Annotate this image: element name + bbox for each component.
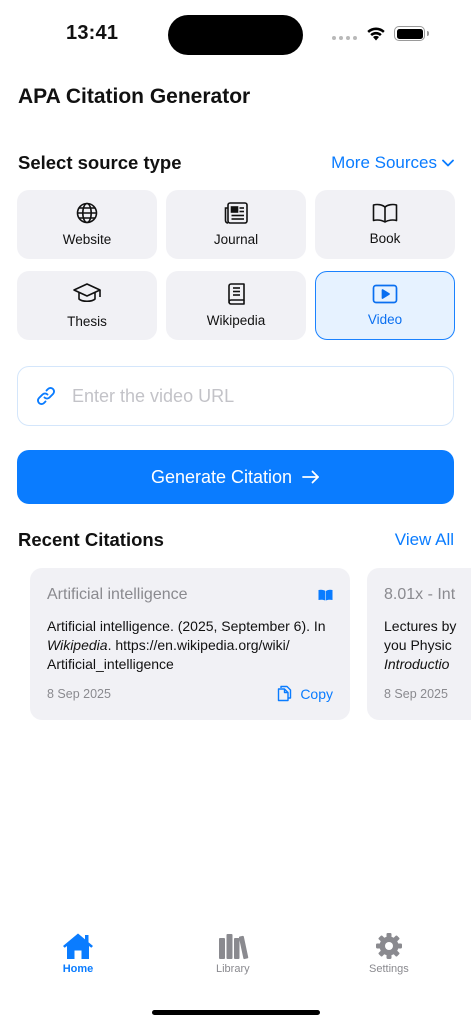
url-input[interactable] (72, 385, 412, 407)
citation-card[interactable]: 8.01x - Int Lectures by you Physic Introdu… (367, 568, 471, 720)
status-bar: 13:41 (0, 0, 471, 70)
copy-icon (278, 685, 292, 702)
chevron-down-icon (442, 159, 454, 167)
dynamic-island (168, 15, 303, 55)
view-all-label: View All (394, 530, 454, 549)
gear-icon (375, 933, 402, 959)
recent-citations-title: Recent Citations (18, 529, 164, 550)
citation-card[interactable]: Artificial intelligence Artificial intel… (30, 568, 350, 720)
citation-card-text: Lectures by you Physic Introductio (384, 618, 457, 672)
view-all-button[interactable]: View All (395, 530, 454, 550)
page-title: APA Citation Generator (18, 85, 251, 108)
recent-citations-carousel[interactable]: Artificial intelligence Artificial intel… (30, 568, 471, 721)
more-sources-button[interactable]: More Sources (331, 153, 454, 173)
tab-library-label: Library (216, 963, 250, 975)
source-tile-label: Thesis (67, 314, 107, 329)
recent-citations-header: Recent Citations View All (18, 529, 454, 551)
source-tile-label: Video (367, 312, 403, 327)
book-open-icon (318, 589, 333, 601)
citation-card-title: Artificial intelligence (47, 586, 188, 603)
tab-bar: Home Library Settings (0, 932, 471, 992)
source-tile-book[interactable]: Book (315, 190, 455, 259)
play-rectangle-icon (372, 284, 398, 304)
copy-citation-button[interactable]: Copy (277, 685, 333, 702)
battery-icon (394, 26, 429, 41)
book-open-icon (372, 203, 398, 223)
cellular-signal-icon (332, 36, 357, 40)
source-tile-label: Website (62, 232, 112, 247)
source-tile-wikipedia[interactable]: Wikipedia (166, 271, 306, 340)
source-tile-label: Journal (213, 232, 259, 247)
citation-card-title: 8.01x - Int (384, 586, 456, 603)
globe-icon (76, 202, 98, 224)
home-indicator (152, 1010, 320, 1015)
source-tile-website[interactable]: Website (17, 190, 157, 259)
tab-home-label: Home (62, 963, 94, 975)
source-tile-thesis[interactable]: Thesis (17, 271, 157, 340)
tab-home[interactable]: Home (62, 932, 94, 975)
citation-card-date: 8 Sep 2025 (384, 687, 448, 701)
source-tile-label: Wikipedia (206, 313, 266, 328)
more-sources-label: More Sources (331, 153, 437, 172)
link-icon (37, 387, 55, 405)
tab-library[interactable]: Library (216, 932, 250, 975)
citation-card-text: Artificial intelligence. (2025, Septembe… (47, 618, 326, 672)
url-field[interactable] (17, 366, 454, 426)
generate-citation-button[interactable]: Generate Citation (17, 450, 454, 504)
house-icon (63, 933, 93, 959)
source-tile-label: Book (369, 231, 401, 246)
book-closed-icon (228, 283, 245, 305)
arrow-right-icon (302, 470, 319, 484)
source-type-header: Select source type More Sources (18, 152, 454, 174)
source-tile-journal[interactable]: Journal (166, 190, 306, 259)
citation-card-date: 8 Sep 2025 (47, 687, 111, 701)
generate-citation-label: Generate Citation (150, 466, 293, 487)
source-type-grid: Website Journal Book Thesis Wikipedia Vi… (17, 190, 455, 340)
tab-settings[interactable]: Settings (369, 932, 409, 975)
tab-settings-label: Settings (369, 963, 409, 975)
source-type-title: Select source type (18, 152, 182, 173)
newspaper-icon (224, 202, 248, 224)
wifi-icon (367, 27, 385, 41)
graduation-cap-icon (73, 283, 101, 303)
copy-label: Copy (300, 685, 333, 702)
source-tile-video[interactable]: Video (315, 271, 455, 340)
books-icon (218, 934, 249, 960)
status-time: 13:41 (66, 22, 119, 44)
